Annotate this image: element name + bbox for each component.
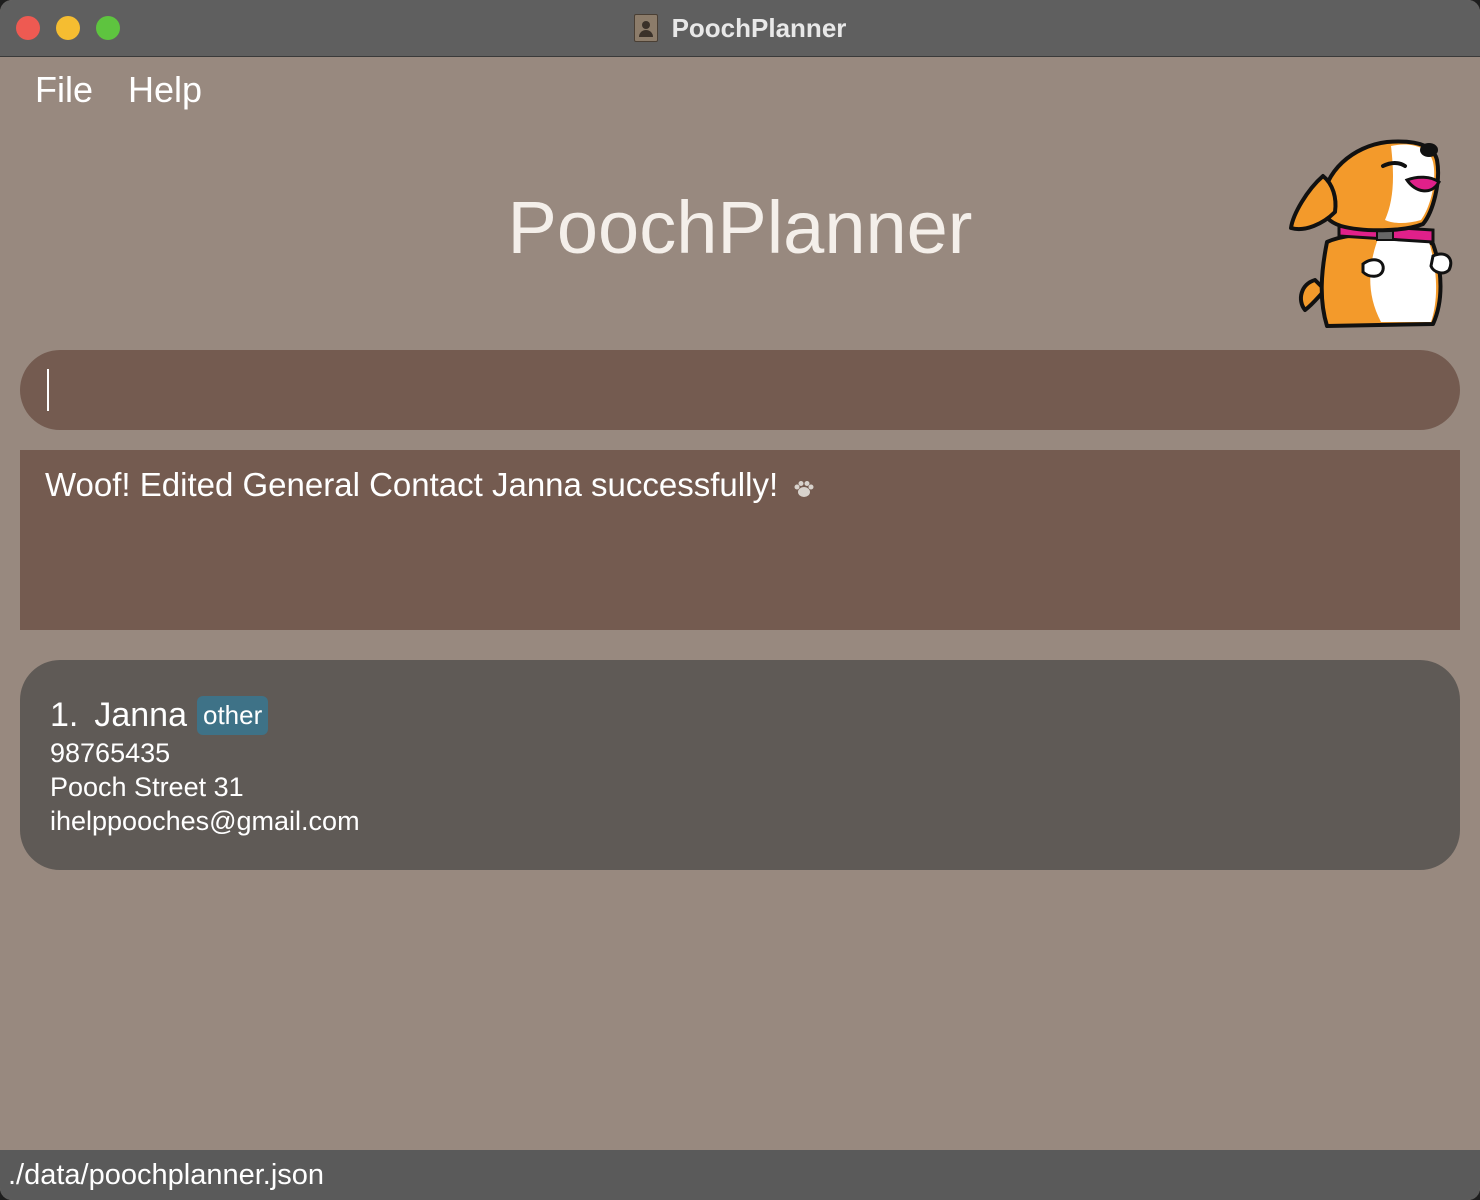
- command-input[interactable]: [46, 350, 1436, 430]
- result-display: Woof! Edited General Contact Janna succe…: [20, 450, 1460, 630]
- result-message-row: Woof! Edited General Contact Janna succe…: [45, 466, 815, 504]
- status-bar: ./data/poochplanner.json: [0, 1150, 1480, 1200]
- contact-name: Janna: [94, 696, 187, 734]
- title-bar: PoochPlanner: [0, 0, 1480, 57]
- app-heading: PoochPlanner: [507, 186, 973, 269]
- app-icon: [633, 14, 658, 42]
- contact-address: Pooch Street 31: [50, 772, 244, 802]
- menu-bar: File Help: [0, 57, 1480, 121]
- text-caret: [47, 369, 49, 411]
- contact-email: ihelppooches@gmail.com: [50, 806, 360, 836]
- contact-index: 1.: [50, 696, 79, 734]
- paw-icon: [794, 481, 814, 497]
- contact-phone: 98765435: [50, 738, 171, 768]
- title-wrap: PoochPlanner: [0, 0, 1480, 56]
- app-window: PoochPlanner File Help PoochPlanner Woof…: [0, 0, 1480, 1200]
- save-file-path: ./data/poochplanner.json: [8, 1159, 325, 1191]
- menu-help[interactable]: Help: [128, 69, 202, 111]
- contact-list-panel: 1. Janna other 98765435 Pooch Street 31 …: [20, 660, 1460, 870]
- command-box[interactable]: [20, 350, 1460, 430]
- result-message: Woof! Edited General Contact Janna succe…: [45, 466, 779, 503]
- contact-tag: other: [197, 696, 269, 735]
- menu-file[interactable]: File: [35, 69, 93, 111]
- dog-mascot-icon: [1289, 139, 1453, 328]
- contact-title: 1. Janna other: [50, 696, 269, 735]
- window-title: PoochPlanner: [671, 12, 847, 43]
